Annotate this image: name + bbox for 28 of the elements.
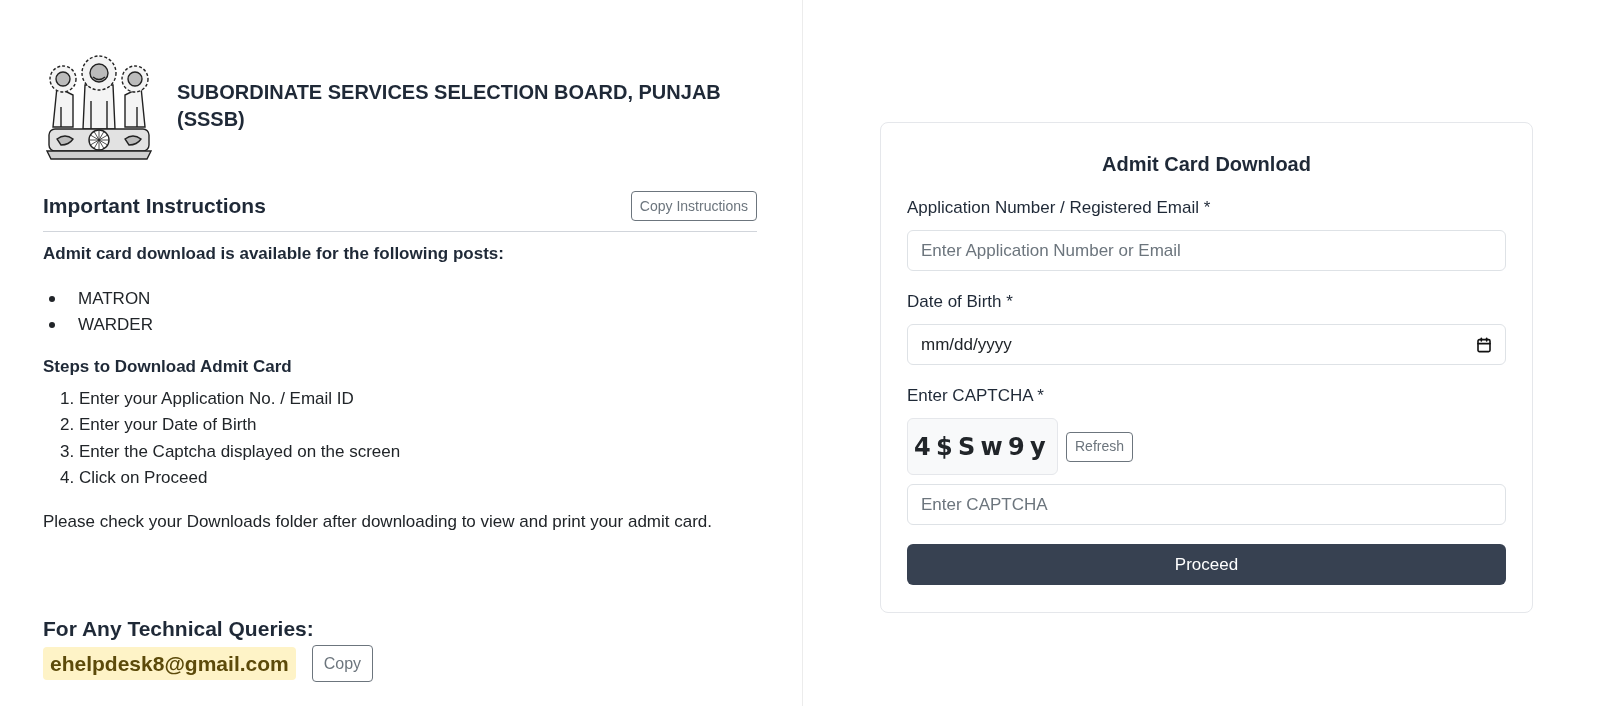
proceed-button[interactable]: Proceed: [907, 544, 1506, 585]
step-text: 1. Enter your Application No. / Email ID: [60, 388, 355, 410]
downloads-note: Please check your Downloads folder after downloading to view and print your admit card.: [43, 511, 714, 534]
queries-heading: For Any Technical Queries:: [43, 616, 315, 643]
step-text: 4. Click on Proceed: [60, 466, 209, 489]
field-label: Enter CAPTCHA *: [907, 385, 1045, 407]
field-label: Date of Birth *: [907, 291, 1014, 313]
posts-intro-text: Admit card download is available for the following posts:: [43, 243, 505, 265]
post-name: MATRON: [78, 288, 151, 311]
post-name: WARDER: [78, 314, 153, 337]
date-of-birth-field[interactable]: mm/dd/yyyy: [907, 324, 1506, 365]
bullet-icon: [49, 296, 55, 302]
steps-heading: Steps to Download Admit Card: [43, 356, 293, 378]
copy-instructions-button[interactable]: Copy Instructions: [630, 191, 757, 221]
copy-email-button[interactable]: Copy: [311, 645, 374, 683]
bullet-icon: [49, 322, 55, 328]
board-title: SUBORDINATE SERVICES SELECTION BOARD, PUNJAB (SSSB): [177, 80, 722, 132]
helpdesk-email: ehelpdesk8@gmail.com: [43, 647, 296, 681]
captcha-image: 4$Sw9y: [907, 418, 1058, 475]
refresh-button[interactable]: Refresh: [1066, 431, 1134, 462]
captcha-field[interactable]: Enter CAPTCHA: [907, 484, 1506, 525]
step-text: 2. Enter your Date of Birth: [60, 414, 258, 437]
form-title: Admit Card Download: [1101, 152, 1312, 177]
step-text: 3. Enter the Captcha displayed on the screen: [60, 440, 402, 463]
field-label: Application Number / Registered Email *: [907, 197, 1212, 219]
instructions-heading: Important Instructions: [43, 193, 266, 219]
calendar-icon[interactable]: [1476, 336, 1492, 353]
application-number-field[interactable]: Enter Application Number or Email: [907, 230, 1506, 271]
